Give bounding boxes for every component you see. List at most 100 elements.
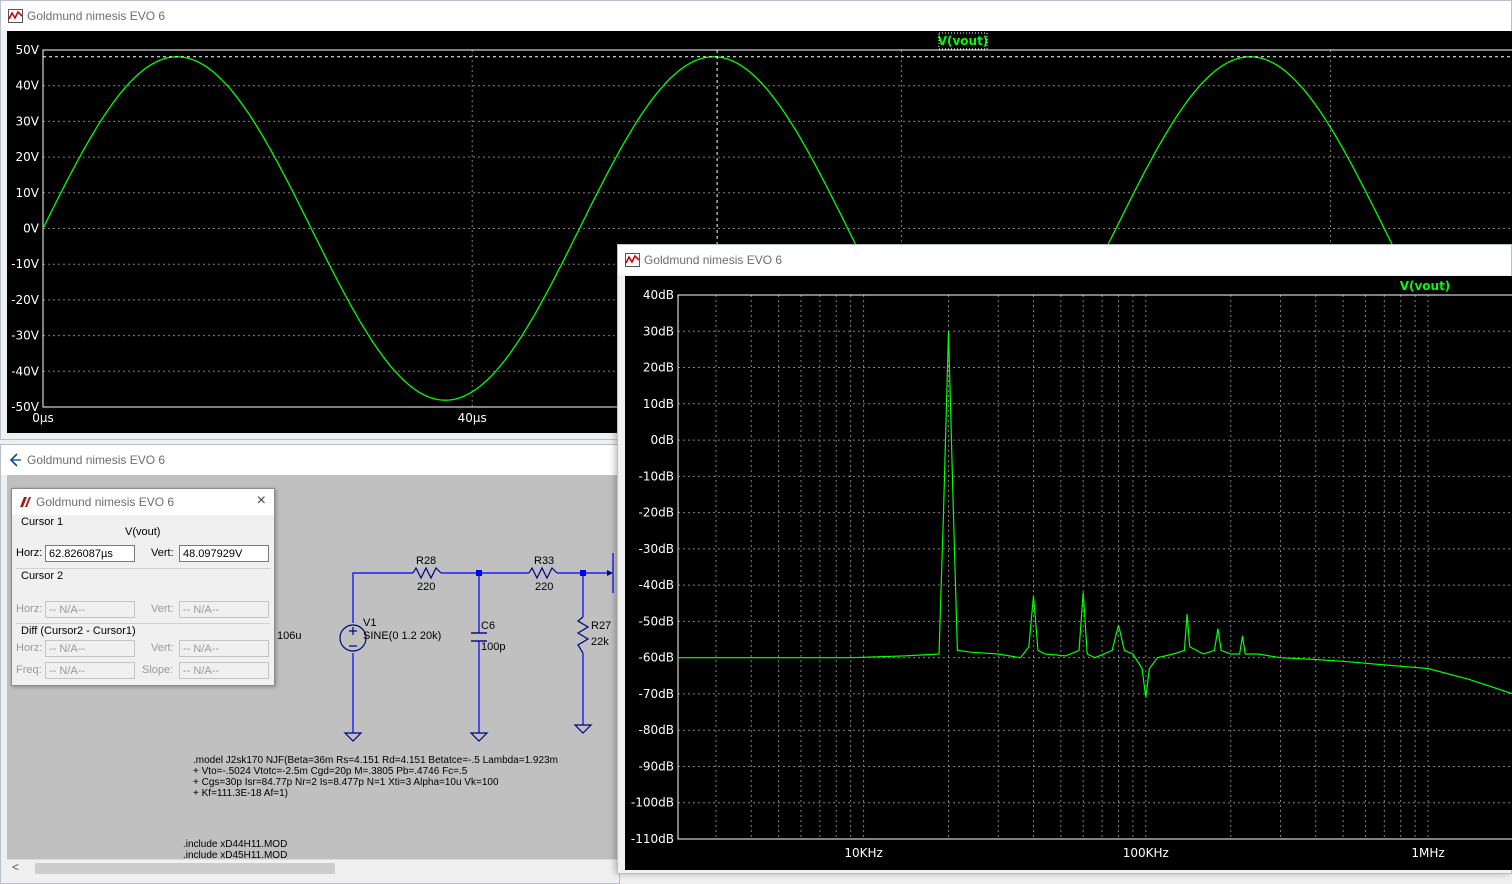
y-tick-label: 20dB — [643, 361, 674, 375]
r27-value: 22k — [591, 636, 609, 648]
waveform-window-title: Goldmund nimesis EVO 6 — [27, 9, 166, 23]
cursor1-vert-label: Vert: — [151, 547, 174, 559]
cursor2-horz-field: -- N/A-- — [45, 601, 135, 618]
wire-v1-top — [352, 572, 413, 623]
cursor2-vert-label: Vert: — [151, 603, 174, 615]
fft-window-title: Goldmund nimesis EVO 6 — [644, 253, 783, 267]
fft-window[interactable]: Goldmund nimesis EVO 6 40dB 30dB 20dB 10dB 0… — [617, 244, 1512, 874]
include-directive[interactable]: .include xD44H11.MOD .include xD45H11.MO… — [183, 839, 287, 861]
ltspice-icon — [20, 497, 31, 507]
spice-model-directive[interactable]: .model J2sk170 NJF(Beta=36m Rs=4.151 Rd=… — [193, 755, 558, 799]
cursor1-label: Cursor 1 — [21, 516, 64, 528]
diff-horz-label: Horz: — [16, 642, 43, 654]
diff-slope-field: -- N/A-- — [179, 662, 269, 679]
ground-symbols — [343, 724, 593, 742]
y-tick-label: 0dB — [651, 433, 674, 447]
y-tick-label: 10dB — [643, 397, 674, 411]
model-line: .model J2sk170 NJF(Beta=36m Rs=4.151 Rd=… — [193, 755, 558, 766]
c6-label: C6 — [481, 620, 496, 632]
plot-window-icon — [8, 9, 23, 23]
scroll-left-arrow-icon[interactable]: < — [12, 860, 19, 874]
y-tick-label: -50dB — [639, 614, 674, 628]
y-tick-label: -100dB — [631, 796, 674, 810]
diff-freq-field: -- N/A-- — [45, 662, 135, 679]
y-tick-label: 40V — [16, 79, 40, 93]
diff-vert-label: Vert: — [151, 642, 174, 654]
cursor2-vert-field: -- N/A-- — [179, 601, 269, 618]
plot-frame — [677, 294, 1512, 840]
scroll-thumb[interactable] — [35, 863, 335, 874]
fft-titlebar[interactable]: Goldmund nimesis EVO 6 — [618, 245, 1511, 275]
y-tick-label: -90dB — [639, 759, 674, 773]
x-tick-label: 10KHz — [844, 846, 882, 860]
y-tick-label: -30dB — [639, 542, 674, 556]
resistor-r28[interactable] — [412, 566, 442, 580]
y-tick-label: 20V — [16, 150, 40, 164]
y-tick-label: -110dB — [631, 832, 674, 846]
schematic-titlebar[interactable]: Goldmund nimesis EVO 6 — [1, 445, 619, 475]
fft-plot[interactable]: 40dB 30dB 20dB 10dB 0dB -10dB -20dB -30dB -40dB -… — [625, 276, 1512, 870]
y-tick-label: 30V — [16, 114, 40, 128]
resistor-r27[interactable] — [576, 616, 590, 654]
diff-label: Diff (Cursor2 - Cursor1) — [21, 625, 136, 637]
y-tick-label: -10dB — [639, 469, 674, 483]
schematic-window-icon — [9, 453, 21, 467]
x-tick-label: 1MHz — [1411, 846, 1444, 860]
model-line: + Cgs=30p Isr=84.77p Nr=2 Is=8.477p N=1 … — [193, 777, 499, 788]
y-tick-label: -20V — [11, 293, 40, 307]
y-tick-label: -60dB — [639, 651, 674, 665]
y-tick-label: -20dB — [639, 506, 674, 520]
r28-value: 220 — [417, 581, 436, 593]
jfet-gate-arrow — [607, 570, 613, 576]
r27-label: R27 — [591, 620, 612, 632]
include-line: .include xD44H11.MOD — [183, 839, 288, 850]
cursor2-horz-label: Horz: — [16, 603, 43, 615]
diff-freq-label: Freq: — [16, 664, 42, 676]
group-divider — [16, 568, 270, 569]
model-line: + Kf=111.3E-18 Af=1) — [193, 788, 288, 799]
waveform-titlebar[interactable]: Goldmund nimesis EVO 6 — [1, 1, 1511, 31]
capacitor-c6[interactable] — [471, 632, 487, 642]
r33-value: 220 — [535, 581, 554, 593]
y-tick-label: 50V — [16, 43, 40, 57]
y-tick-label: 0V — [23, 222, 40, 236]
r33-label: R33 — [534, 555, 555, 567]
trace-vout — [678, 331, 1512, 698]
cursor1-horz-label: Horz: — [16, 547, 43, 559]
plot-window-icon — [625, 253, 640, 267]
close-icon[interactable]: × — [257, 492, 266, 510]
y-tick-label: -30V — [11, 329, 40, 343]
y-tick-label: -10V — [11, 257, 40, 271]
y-tick-label: -80dB — [639, 723, 674, 737]
cursor-dialog[interactable]: Goldmund nimesis EVO 6 × Cursor 1 V(vout… — [11, 488, 275, 686]
y-tick-label: 30dB — [643, 324, 674, 338]
trace-label: V(vout) — [938, 34, 989, 48]
x-tick-label: 40µs — [458, 411, 487, 425]
schematic-window-title: Goldmund nimesis EVO 6 — [27, 453, 166, 467]
partial-label: 106u — [277, 630, 302, 642]
schematic-hscrollbar[interactable]: < — [7, 859, 617, 877]
cursor-dialog-title: Goldmund nimesis EVO 6 — [36, 495, 175, 509]
diff-slope-label: Slope: — [142, 664, 174, 676]
y-tick-label: -70dB — [639, 687, 674, 701]
group-divider — [16, 623, 270, 624]
v1-label: V1 — [363, 617, 377, 629]
cursor1-vert-field[interactable]: 48.097929V — [179, 545, 269, 562]
trace-label: V(vout) — [1400, 279, 1451, 293]
x-tick-label: 0µs — [32, 411, 54, 425]
fft-chart[interactable]: 40dB 30dB 20dB 10dB 0dB -10dB -20dB -30dB -40dB -… — [625, 276, 1512, 870]
diff-vert-field: -- N/A-- — [179, 640, 269, 657]
y-tick-label: -40dB — [639, 578, 674, 592]
model-line: + Vto=-.5024 Vtotc=-2.5m Cgd=20p M=.3805… — [193, 766, 468, 777]
y-tick-label: -40V — [11, 364, 40, 378]
v1-value: SINE(0 1.2 20k) — [363, 630, 442, 642]
c6-value: 100p — [481, 641, 506, 653]
y-tick-label: 40dB — [643, 288, 674, 302]
x-tick-label: 100KHz — [1123, 846, 1169, 860]
cursor1-trace-name: V(vout) — [125, 526, 161, 538]
cursor1-horz-field[interactable]: 62.826087µs — [45, 545, 135, 562]
r28-label: R28 — [416, 555, 437, 567]
resistor-r33[interactable] — [528, 566, 558, 580]
diff-horz-field: -- N/A-- — [45, 640, 135, 657]
cursor-dialog-titlebar[interactable]: Goldmund nimesis EVO 6 × — [12, 489, 274, 515]
